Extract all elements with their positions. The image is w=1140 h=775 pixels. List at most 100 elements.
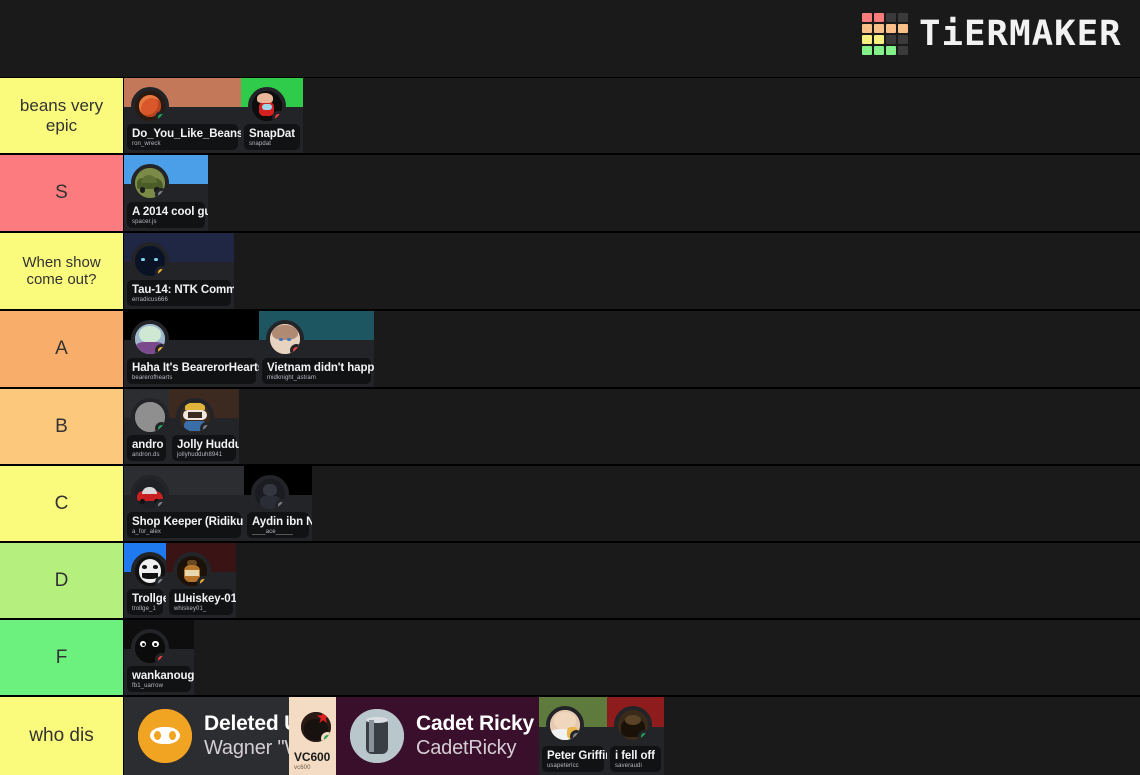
card-display-name: i fell off: [615, 750, 655, 762]
card-avatar: [131, 552, 166, 590]
card-info: Peter Griffin usapeterlcc: [542, 746, 607, 772]
status-indicator-online: [155, 422, 165, 432]
tier-item-card[interactable]: Peter Griffin usapeterlcc: [539, 697, 607, 775]
card-display-name: Шнiskey-01: [174, 593, 236, 605]
tier-item-card[interactable]: Deleted UserWagner "Wags": [124, 697, 289, 775]
logo-square-8: [862, 35, 873, 44]
logo-square-14: [886, 46, 897, 55]
card-display-name: Tau-14: NTK Commander Erradicus: [132, 284, 234, 296]
card-display-name: Vietnam didn't happen: [267, 362, 374, 374]
status-indicator-dnd: [290, 344, 300, 355]
status-indicator-online: [321, 731, 331, 742]
card-display-name: Jolly Hudduh: [177, 439, 239, 451]
tier-label[interactable]: When show come out?: [0, 233, 124, 309]
tier-row: A Haha It's BearerorHearts bearerofhearts…: [0, 310, 1140, 388]
card-username: saveraudi: [615, 763, 642, 769]
tier-item-card[interactable]: A 2014 cool guyspacer.js: [124, 155, 208, 231]
card-info: Shop Keeper (Ridikulus)a_for_alex: [127, 512, 244, 538]
tier-row: beans very epic Do_You_Like_Beans? ron_wr…: [0, 77, 1140, 154]
tier-label[interactable]: F: [0, 620, 124, 695]
card-info: i fell off saveraudi: [610, 746, 661, 772]
tier-label[interactable]: S: [0, 155, 124, 231]
tier-label[interactable]: D: [0, 543, 124, 618]
status-indicator-offline: [155, 499, 165, 509]
card-username: ____ace_____: [252, 529, 293, 535]
tier-items: Trollge trollge_1 Шнiskey-01 whiskey01_: [124, 543, 1140, 618]
card-display-name: Shop Keeper (Ridikulus): [132, 516, 244, 528]
tier-row: S A 2014 cool guyspacer.js: [0, 154, 1140, 232]
tier-items: Tau-14: NTK Commander Erradicuserradicus…: [124, 233, 1140, 309]
tier-item-card[interactable]: Шнiskey-01 whiskey01_: [166, 543, 236, 618]
tier-items: Do_You_Like_Beans? ron_wreck SnapDat snapd…: [124, 78, 1140, 153]
tier-item-card[interactable]: andro andron.ds: [124, 389, 169, 464]
status-indicator-idle: [197, 576, 207, 586]
tier-item-card[interactable]: wankanoughtfb1_uarrow: [124, 620, 194, 695]
card-display-name: andro: [132, 439, 164, 451]
card-username: vc600: [294, 765, 311, 771]
tier-items: androandron.ds Jolly Hudduhjollyhudduh89…: [124, 389, 1140, 464]
tier-label[interactable]: who dis: [0, 697, 124, 775]
card-avatar: [251, 475, 289, 513]
status-indicator-dnd: [272, 111, 282, 121]
card-avatar: [131, 475, 169, 513]
tier-row: F wankanoughtfb1_uarrow: [0, 619, 1140, 696]
card-info: Aydin ibn N.F____ace_____: [247, 512, 312, 538]
card-info: Do_You_Like_Beans? ron_wreck: [127, 124, 241, 150]
tier-item-card[interactable]: Jolly Hudduhjollyhudduh8941: [169, 389, 239, 464]
card-display-name: wankanought: [132, 670, 194, 682]
card-username: bearerofhearts: [132, 375, 173, 381]
card-avatar: [546, 706, 584, 745]
tier-label[interactable]: beans very epic: [0, 78, 124, 153]
logo-square-11: [898, 35, 909, 44]
tier-item-card[interactable]: Tau-14: NTK Commander Erradicuserradicus…: [124, 233, 234, 309]
tier-label[interactable]: B: [0, 389, 124, 464]
tier-item-card[interactable]: VC600 vc600: [289, 697, 336, 775]
card-info: Шнiskey-01 whiskey01_: [169, 589, 236, 615]
status-indicator-offline: [570, 730, 580, 741]
logo-square-12: [862, 46, 873, 55]
tier-item-card[interactable]: SnapDat snapdat: [241, 78, 303, 153]
tier-items: Deleted UserWagner "Wags" VC600vc600 Cad…: [124, 697, 1140, 775]
tier-item-card[interactable]: Haha It's BearerorHearts bearerofhearts: [124, 311, 259, 387]
card-avatar: [614, 706, 652, 745]
logo-square-0: [862, 13, 873, 22]
tier-item-card[interactable]: Do_You_Like_Beans? ron_wreck: [124, 78, 241, 153]
avatar-art-cylinder: [350, 709, 404, 763]
card-names: Cadet Ricky CadetRicky: [416, 712, 534, 760]
card-info: wankanoughtfb1_uarrow: [127, 666, 194, 692]
card-display-name: Haha It's BearerorHearts: [132, 362, 259, 374]
logo-square-7: [898, 24, 909, 33]
tier-row: D Trollge trollge_1 Шнiskey-01 whiskey01_: [0, 542, 1140, 619]
tier-item-card[interactable]: Cadet Ricky CadetRicky: [336, 697, 539, 775]
card-display-name: Trollge: [132, 593, 166, 605]
card-display-name: Aydin ibn N.F: [252, 516, 312, 528]
tier-label[interactable]: C: [0, 466, 124, 541]
card-avatar: [131, 164, 169, 203]
card-display-name: SnapDat: [249, 128, 295, 140]
tier-item-card[interactable]: Trollge trollge_1: [124, 543, 166, 618]
card-username: usapeterlcc: [547, 763, 579, 769]
tier-items: wankanoughtfb1_uarrow: [124, 620, 1140, 695]
card-info: A 2014 cool guyspacer.js: [127, 202, 208, 228]
card-info: andro andron.ds: [127, 435, 166, 461]
status-indicator-idle: [155, 266, 165, 277]
tier-item-card[interactable]: i fell off saveraudi: [607, 697, 664, 775]
tier-items: A 2014 cool guyspacer.js: [124, 155, 1140, 231]
tier-label[interactable]: A: [0, 311, 124, 387]
tier-item-card[interactable]: Aydin ibn N.F____ace_____: [244, 466, 312, 541]
tier-row: Bandroandron.ds Jolly Hudduhjollyhudduh8…: [0, 388, 1140, 465]
tier-items: Shop Keeper (Ridikulus)a_for_alex Aydin …: [124, 466, 1140, 541]
card-avatar: [131, 242, 169, 281]
card-info: Jolly Hudduhjollyhudduh8941: [172, 435, 239, 461]
tier-item-card[interactable]: Shop Keeper (Ridikulus)a_for_alex: [124, 466, 244, 541]
logo-square-9: [874, 35, 885, 44]
card-display-name: Deleted User: [204, 712, 289, 735]
tier-item-card[interactable]: Vietnam didn't happenmidknight_astram: [259, 311, 374, 387]
card-info: VC600 vc600: [291, 748, 334, 773]
tiermaker-logo[interactable]: TiERMAKER: [862, 13, 1121, 55]
logo-square-10: [886, 35, 897, 44]
card-avatar: [131, 398, 169, 436]
status-indicator-offline: [200, 422, 210, 432]
card-username: jollyhudduh8941: [177, 452, 223, 458]
card-username: spacer.js: [132, 219, 157, 225]
